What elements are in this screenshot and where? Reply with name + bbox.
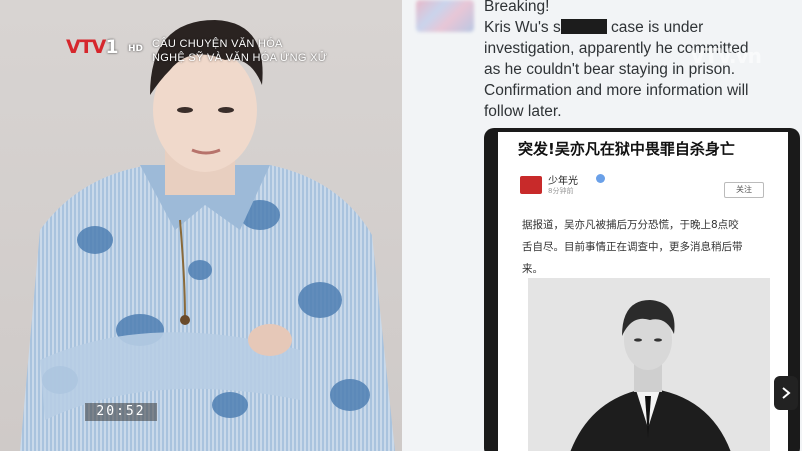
source-logo-icon: [520, 176, 542, 194]
tweet-line-2: Kris Wu's s case is under: [484, 17, 794, 38]
body-line-2: 舌自尽。目前事情正在调查中，更多消息稍后带: [522, 241, 743, 253]
tweet-line-2-start: Kris Wu's s: [484, 19, 561, 36]
program-title: CÂU CHUYỆN VĂN HÓA NGHỆ SỸ VÀ VĂN HÓA ỨN…: [152, 37, 372, 65]
embedded-post-headline: 突发!吴亦凡在狱中畏罪自杀身亡: [518, 140, 735, 158]
chevron-right-icon: [782, 387, 791, 399]
redaction-bar: [560, 19, 607, 34]
tweet-line-1: Breaking!: [484, 0, 550, 15]
program-title-line1: CÂU CHUYỆN VĂN HÓA: [152, 38, 283, 50]
tweet-line-6: follow later.: [484, 103, 562, 120]
bw-portrait-illustration: [528, 278, 770, 451]
source-name: 少年光: [548, 176, 578, 187]
program-title-line2: NGHỆ SỸ VÀ VĂN HÓA ỨNG XỬ: [152, 52, 328, 64]
vtv-watermark: VTV.vn: [690, 44, 762, 68]
tweet-screenshot-panel: Breaking! Kris Wu's s case is under inve…: [402, 0, 802, 451]
vtv1-logo: VTV1: [66, 36, 126, 58]
portrait-illustration: [20, 20, 395, 451]
hd-badge: HD: [128, 44, 144, 54]
follow-button[interactable]: 关注: [724, 182, 764, 198]
tweet-line-2-end: case is under: [606, 19, 704, 36]
broadcast-clock: 20:52: [85, 403, 157, 421]
scroll-next-button[interactable]: [774, 376, 798, 410]
verified-badge-icon: [596, 174, 605, 183]
body-line-3: 来。: [522, 263, 543, 275]
tweet-line-5: Confirmation and more information will: [484, 82, 749, 99]
bw-portrait-photo: [528, 278, 770, 451]
embedded-post-card: 突发!吴亦凡在狱中畏罪自杀身亡 少年光 8分钟前 关注 据报道，吴亦凡被捕后万分…: [484, 128, 800, 451]
embedded-post-screen: 突发!吴亦凡在狱中畏罪自杀身亡 少年光 8分钟前 关注 据报道，吴亦凡被捕后万分…: [498, 132, 788, 451]
body-line-1: 据报道，吴亦凡被捕后万分恐慌，于晚上8点咬: [522, 219, 739, 231]
channel-logo-number: 1: [105, 36, 118, 58]
embedded-post-body: 据报道，吴亦凡被捕后万分恐慌，于晚上8点咬 舌自尽。目前事情正在调查中，更多消息…: [522, 214, 772, 280]
broadcast-photo-panel: VTV1 HD CÂU CHUYỆN VĂN HÓA NGHỆ SỸ VÀ VĂ…: [0, 0, 402, 451]
channel-logo-text: VTV: [66, 36, 106, 58]
source-time: 8分钟前: [548, 187, 574, 195]
blurred-avatar: [416, 0, 474, 32]
